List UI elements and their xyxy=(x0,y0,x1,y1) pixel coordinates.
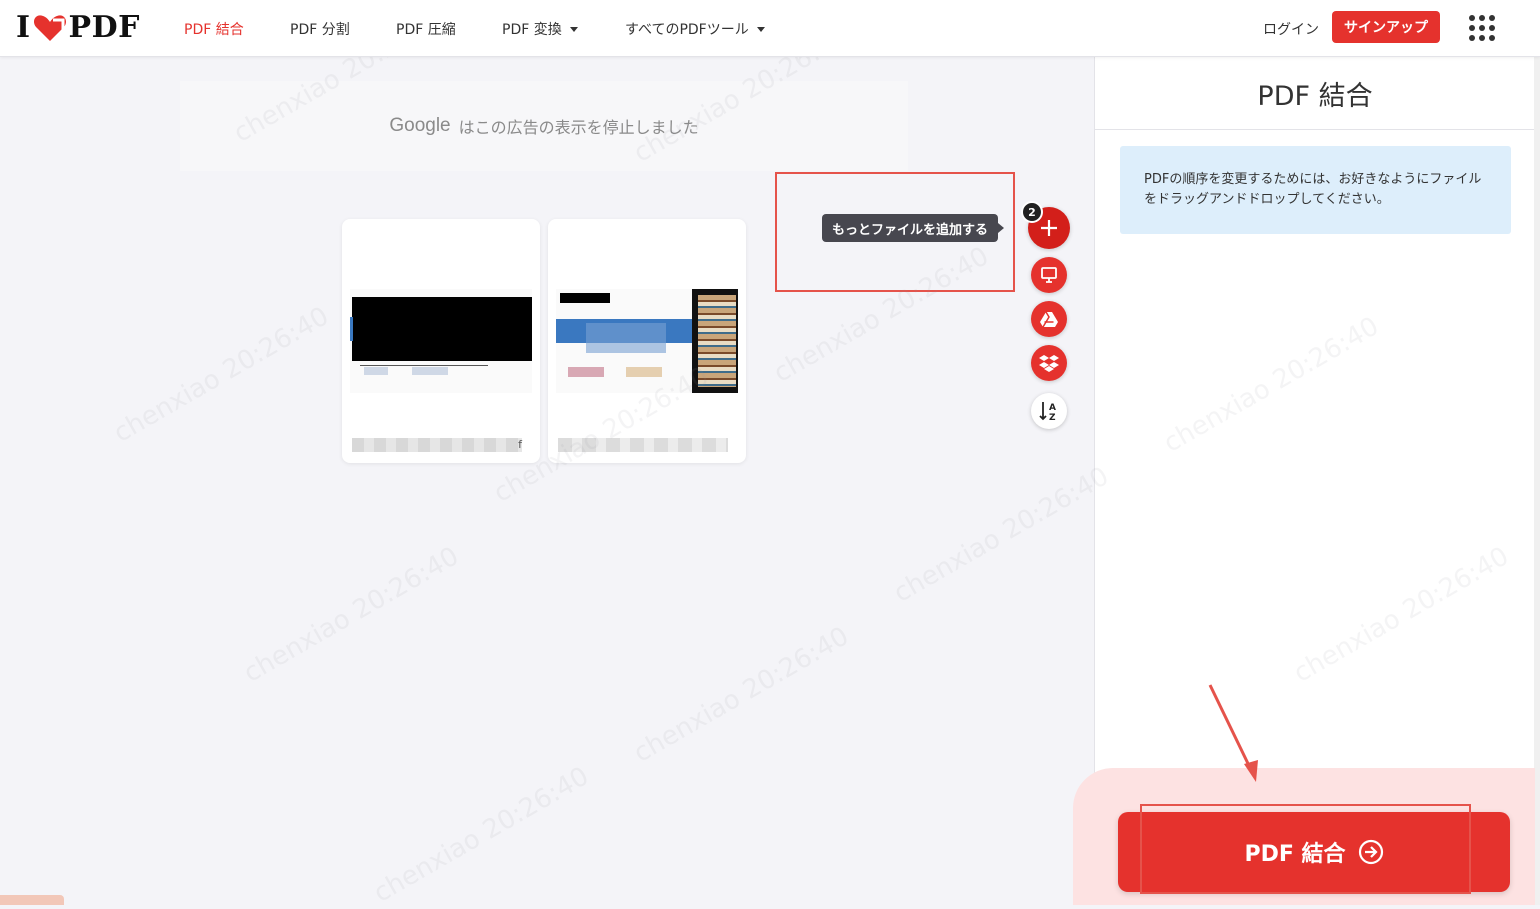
svg-text:Z: Z xyxy=(1049,413,1056,422)
reorder-info-box: PDFの順序を変更するためには、お好きなようにファイルをドラッグアンドドロップし… xyxy=(1120,146,1511,234)
ad-stopped-message: はこの広告の表示を停止しました xyxy=(458,118,699,137)
dropbox-icon xyxy=(1039,355,1059,372)
heart-icon xyxy=(33,14,66,41)
file-name xyxy=(558,438,728,452)
watermark: chenxiao 20:26:40 xyxy=(108,301,334,449)
reorder-info-text: PDFの順序を変更するためには、お好きなようにファイルをドラッグアンドドロップし… xyxy=(1144,172,1482,207)
watermark: chenxiao 20:26:40 xyxy=(888,461,1114,609)
logo-letter-i: I xyxy=(16,10,31,45)
add-more-files-tooltip: もっとファイルを追加する xyxy=(822,214,1005,242)
sort-az-icon: A Z xyxy=(1039,402,1056,422)
nav-all-pdf-tools[interactable]: すべてのPDFツール xyxy=(625,19,765,39)
ad-placeholder: Google はこの広告の表示を停止しました xyxy=(180,81,908,171)
logo-text-pdf: PDF xyxy=(68,10,140,45)
google-label: Google xyxy=(389,115,451,136)
file-count-badge: 2 xyxy=(1021,201,1043,223)
google-drive-icon xyxy=(1040,311,1058,327)
nav-convert-pdf-label: PDF 変換 xyxy=(502,22,562,38)
watermark: chenxiao 20:26:40 xyxy=(238,541,464,689)
sort-alphabetical-button[interactable]: A Z xyxy=(1031,393,1067,429)
ilovepdf-logo[interactable]: I PDF xyxy=(16,10,140,45)
nav-split-pdf-label: PDF 分割 xyxy=(290,22,350,38)
watermark: chenxiao 20:26:40 xyxy=(628,621,854,769)
corner-tag xyxy=(0,895,64,905)
svg-text:A: A xyxy=(1049,403,1056,413)
nav-convert-pdf[interactable]: PDF 変換 xyxy=(502,19,578,39)
annotation-arrow-icon xyxy=(1208,684,1258,782)
nav-merge-pdf[interactable]: PDF 結合 xyxy=(184,19,244,39)
top-header: I PDF PDF 結合 PDF 分割 PDF 圧縮 PDF 変換 すべてのPD… xyxy=(0,0,1540,57)
file-name: f xyxy=(352,438,522,452)
nav-all-pdf-tools-label: すべてのPDFツール xyxy=(625,22,749,38)
nav-split-pdf[interactable]: PDF 分割 xyxy=(290,19,350,39)
nav-compress-pdf[interactable]: PDF 圧縮 xyxy=(396,19,456,39)
upload-from-computer-button[interactable] xyxy=(1031,257,1067,293)
plus-icon xyxy=(1041,220,1057,236)
login-link[interactable]: ログイン xyxy=(1263,19,1319,39)
watermark: chenxiao 20:26:40 xyxy=(368,761,594,909)
upload-from-google-drive-button[interactable] xyxy=(1031,301,1067,337)
nav-merge-pdf-label: PDF 結合 xyxy=(184,22,244,38)
sidebar-title: PDF 結合 xyxy=(1095,57,1535,130)
caret-down-icon xyxy=(756,26,765,32)
computer-icon xyxy=(1041,267,1057,283)
file-card[interactable]: f xyxy=(342,219,540,463)
annotation-highlight-box xyxy=(1140,804,1471,894)
signup-button[interactable]: サインアップ xyxy=(1332,11,1440,43)
upload-from-dropbox-button[interactable] xyxy=(1031,345,1067,381)
grid-icon[interactable] xyxy=(1469,15,1495,41)
nav-compress-pdf-label: PDF 圧縮 xyxy=(396,22,456,38)
file-thumbnail xyxy=(350,289,532,393)
caret-down-icon xyxy=(569,26,578,32)
file-card[interactable] xyxy=(548,219,746,463)
file-thumbnail xyxy=(556,289,738,393)
